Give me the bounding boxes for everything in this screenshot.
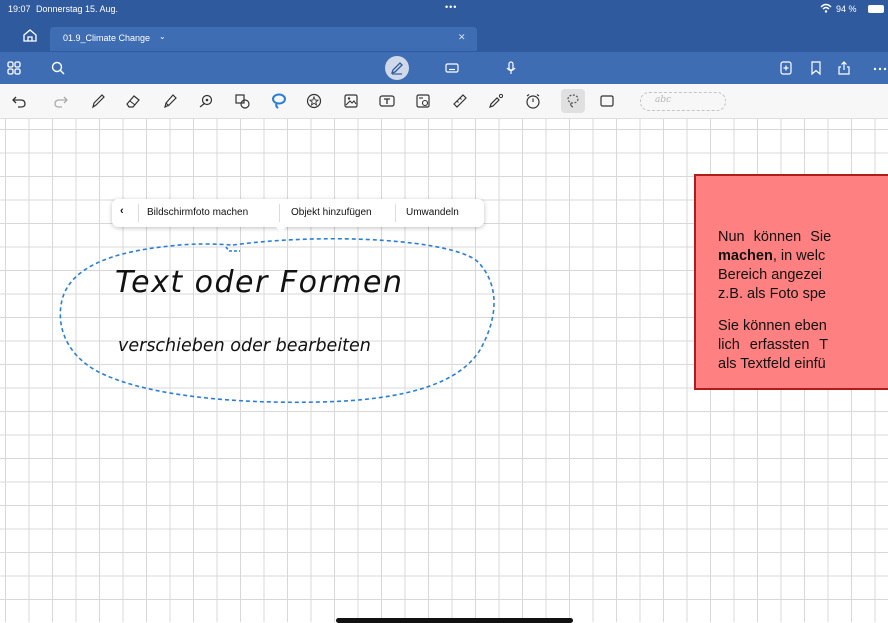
- callout-line-7: als Textfeld einfü: [718, 356, 826, 372]
- home-icon[interactable]: [22, 28, 38, 42]
- multitasking-dots-icon[interactable]: •••: [445, 2, 457, 12]
- camera-icon[interactable]: [414, 92, 432, 110]
- selection-rectangle-icon[interactable]: [598, 92, 616, 110]
- pencil-tool-icon[interactable]: [197, 92, 215, 110]
- callout-line-3: Bereich angezei: [718, 267, 822, 283]
- battery-icon: [868, 5, 884, 13]
- status-bar: 19:07 Donnerstag 15. Aug. ••• 94 %: [0, 0, 888, 18]
- handwriting-input-field[interactable]: abc: [640, 92, 726, 111]
- microphone-icon[interactable]: [503, 60, 519, 76]
- pen-tool-icon[interactable]: [89, 92, 107, 110]
- menu-divider: [279, 204, 280, 222]
- elements-icon[interactable]: [305, 92, 323, 110]
- eraser-icon[interactable]: [124, 92, 142, 110]
- menu-item-convert[interactable]: Umwandeln: [406, 207, 459, 218]
- menu-caret: [275, 226, 287, 232]
- chevron-down-icon[interactable]: ⌄: [159, 32, 166, 41]
- highlighter-icon[interactable]: [161, 92, 179, 110]
- menu-item-add-object[interactable]: Objekt hinzufügen: [291, 207, 372, 218]
- add-page-icon[interactable]: [778, 60, 794, 76]
- tab-document-title: 01.9_Climate Change: [63, 33, 151, 43]
- tab-document[interactable]: 01.9_Climate Change ⌄ ✕: [50, 27, 477, 51]
- share-icon[interactable]: [836, 60, 852, 76]
- search-icon[interactable]: [50, 60, 66, 76]
- callout-line-4: z.B. als Foto spe: [718, 286, 826, 302]
- lasso-context-menu: ‹ Bildschirmfoto machen Objekt hinzufüge…: [112, 199, 484, 232]
- more-icon[interactable]: [872, 60, 888, 76]
- callout-line-2: machen, in welc: [718, 247, 825, 266]
- ruler-icon[interactable]: [451, 92, 469, 110]
- menu-divider: [395, 204, 396, 222]
- home-indicator[interactable]: [336, 618, 573, 623]
- tab-bar: 01.9_Climate Change ⌄ ✕: [0, 18, 888, 52]
- lasso-settings-button[interactable]: [561, 89, 585, 113]
- tool-bar: abc: [0, 84, 888, 119]
- laser-pointer-icon[interactable]: [487, 92, 505, 110]
- grid-icon[interactable]: [6, 60, 22, 76]
- shapes-icon[interactable]: [233, 92, 251, 110]
- bookmark-icon[interactable]: [808, 60, 824, 76]
- menu-item-screenshot[interactable]: Bildschirmfoto machen: [147, 207, 248, 218]
- callout-line-2-rest: , in welc: [772, 248, 826, 264]
- menu-divider: [138, 204, 139, 222]
- callout-line-1: Nun können Sie: [718, 229, 832, 245]
- lasso-icon[interactable]: [270, 92, 288, 110]
- timer-icon[interactable]: [524, 92, 542, 110]
- status-time: 19:07: [8, 4, 31, 14]
- text-box-icon[interactable]: [378, 92, 396, 110]
- pen-mode-button[interactable]: [385, 56, 409, 80]
- close-tab-icon[interactable]: ✕: [458, 32, 466, 43]
- battery-percent: 94 %: [836, 4, 857, 14]
- wifi-icon: [820, 3, 832, 13]
- lasso-settings-icon: [567, 94, 579, 108]
- callout-line-5: Sie können eben: [718, 318, 827, 334]
- callout-line-6: lich erfassten T: [718, 337, 829, 353]
- keyboard-icon[interactable]: [444, 60, 460, 76]
- callout-bold-word: machen: [718, 248, 773, 264]
- undo-icon[interactable]: [10, 92, 28, 110]
- status-date: Donnerstag 15. Aug.: [36, 4, 119, 14]
- handwriting-placeholder: abc: [655, 95, 672, 105]
- nav-bar: [0, 52, 888, 84]
- menu-back-button[interactable]: ‹: [120, 205, 124, 217]
- image-icon[interactable]: [342, 92, 360, 110]
- redo-icon[interactable]: [52, 92, 70, 110]
- instruction-callout: Nun können Sie machen, in welc Bereich a…: [694, 174, 888, 390]
- pen-icon: [390, 62, 403, 75]
